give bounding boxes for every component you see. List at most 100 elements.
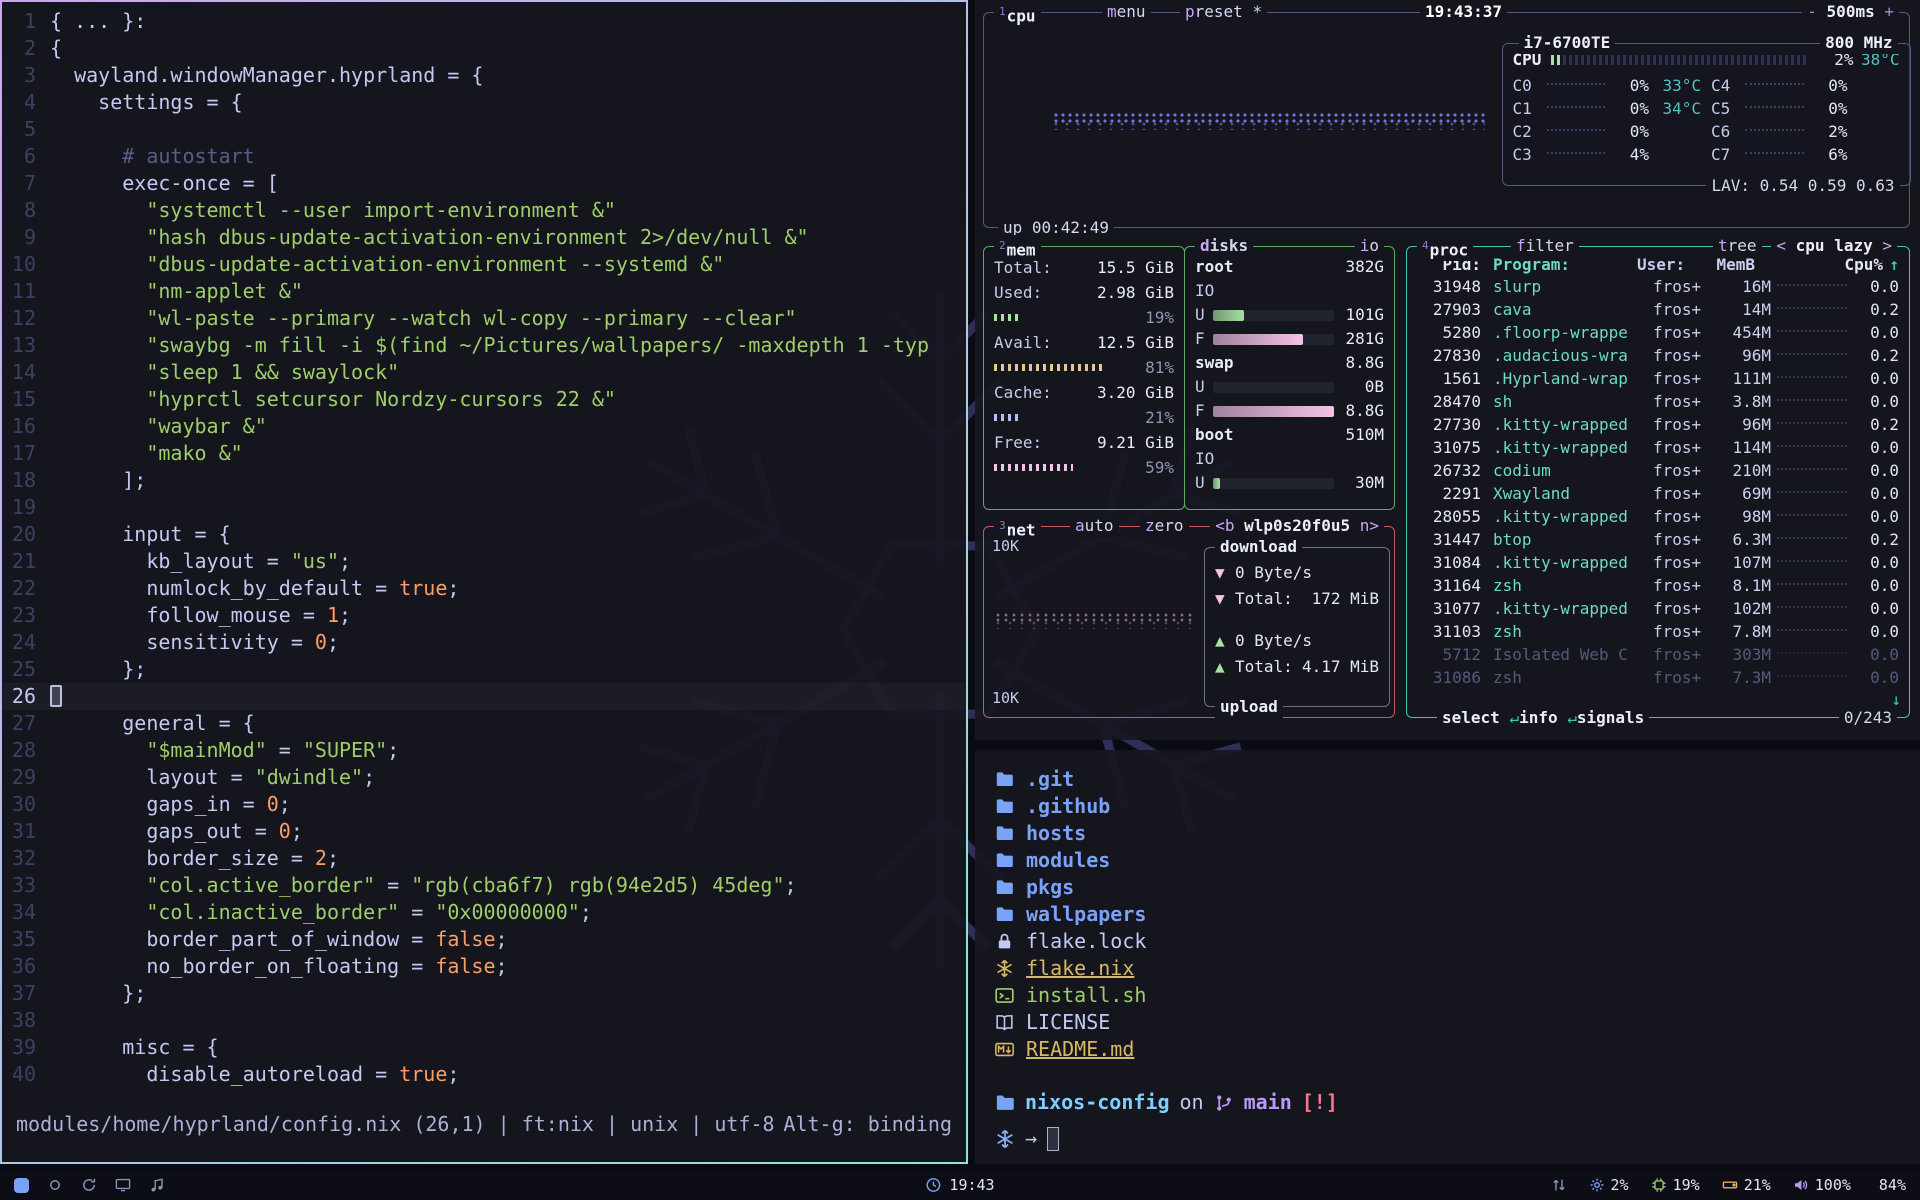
editor-line[interactable]: 17 "mako &"	[2, 440, 966, 467]
proc-cpu: 0.0	[1853, 667, 1899, 689]
header-memb[interactable]: MemB	[1699, 254, 1755, 276]
proc-row[interactable]: 27903cavafros+14M0.2	[1407, 298, 1909, 321]
proc-row[interactable]: 28470shfros+3.8M0.0	[1407, 390, 1909, 413]
editor-line[interactable]: 36 no_border_on_floating = false;	[2, 953, 966, 980]
preset-button[interactable]: preset *	[1180, 1, 1267, 23]
net-auto-button[interactable]: auto	[1070, 515, 1119, 537]
proc-filter-button[interactable]: filter	[1511, 235, 1579, 257]
editor-line[interactable]: 3 wayland.windowManager.hyprland = {	[2, 62, 966, 89]
proc-sort-selector[interactable]: < cpu lazy >	[1771, 235, 1897, 257]
editor-window[interactable]: 1{ ... }:2{3 wayland.windowManager.hyprl…	[0, 0, 968, 1164]
editor-line[interactable]: 33 "col.active_border" = "rgb(cba6f7) rg…	[2, 872, 966, 899]
terminal-window[interactable]: .git.githubhostsmodulespkgswallpapersfla…	[975, 750, 1920, 1164]
bar-metric-speaker[interactable]: 100%	[1793, 1176, 1851, 1194]
editor-line[interactable]: 20 input = {	[2, 521, 966, 548]
editor-line[interactable]: 40 disable_autoreload = true;	[2, 1061, 966, 1088]
editor-line[interactable]: 1{ ... }:	[2, 8, 966, 35]
editor-line[interactable]: 39 misc = {	[2, 1034, 966, 1061]
editor-line[interactable]: 31 gaps_out = 0;	[2, 818, 966, 845]
editor-line[interactable]: 6 # autostart	[2, 143, 966, 170]
metric-value: 100%	[1815, 1176, 1851, 1194]
editor-line[interactable]: 23 follow_mouse = 1;	[2, 602, 966, 629]
info-action[interactable]: info	[1519, 708, 1558, 727]
mem-percent: 81%	[1136, 357, 1174, 379]
editor-line[interactable]: 29 layout = "dwindle";	[2, 764, 966, 791]
editor-line[interactable]: 21 kb_layout = "us";	[2, 548, 966, 575]
interval-decrease-button[interactable]: -	[1807, 2, 1817, 21]
header-program[interactable]: Program:	[1493, 254, 1637, 276]
status-bar: 19:43 2% 19% 21% 100% 84%	[0, 1170, 1920, 1200]
editor-line[interactable]: 34 "col.inactive_border" = "0x00000000";	[2, 899, 966, 926]
editor-line[interactable]: 27 general = {	[2, 710, 966, 737]
proc-footer-actions[interactable]: select ↵info ↵signals	[1437, 707, 1649, 729]
mem-meter-row: 59%	[994, 455, 1174, 480]
proc-row[interactable]: 5280.floorp-wrappefros+454M0.0	[1407, 321, 1909, 344]
proc-row[interactable]: 2291Xwaylandfros+69M0.0	[1407, 482, 1909, 505]
update-interval-control[interactable]: - 500ms +	[1802, 1, 1899, 23]
editor-line[interactable]: 24 sensitivity = 0;	[2, 629, 966, 656]
header-user[interactable]: User:	[1637, 254, 1699, 276]
proc-row[interactable]: 31075.kitty-wrappedfros+114M0.0	[1407, 436, 1909, 459]
net-interface-selector[interactable]: <b wlp0s20f0u5 n>	[1210, 515, 1384, 537]
editor-line[interactable]: 28 "$mainMod" = "SUPER";	[2, 737, 966, 764]
editor-line[interactable]: 4 settings = {	[2, 89, 966, 116]
signals-action[interactable]: signals	[1577, 708, 1644, 727]
editor-line[interactable]: 15 "hyprctl setcursor Nordzy-cursors 22 …	[2, 386, 966, 413]
sort-direction-indicator[interactable]: ↑	[1883, 254, 1899, 276]
menu-button[interactable]: menu	[1102, 1, 1151, 23]
core-name: C3	[1513, 144, 1541, 166]
proc-row[interactable]: 31164zshfros+8.1M0.0	[1407, 574, 1909, 597]
header-cpu[interactable]: Cpu%	[1837, 254, 1883, 276]
proc-row[interactable]: 5712Isolated Web Cfros+303M0.0	[1407, 643, 1909, 666]
proc-row[interactable]: 31447btopfros+6.3M0.2	[1407, 528, 1909, 551]
editor-line[interactable]: 11 "nm-applet &"	[2, 278, 966, 305]
interval-increase-button[interactable]: +	[1884, 2, 1894, 21]
editor-line[interactable]: 5	[2, 116, 966, 143]
disk-bar-key: U	[1195, 472, 1211, 494]
proc-row[interactable]: 27730.kitty-wrappedfros+96M0.2	[1407, 413, 1909, 436]
editor-line[interactable]: 26	[2, 683, 966, 710]
bar-metric-gear[interactable]: 2%	[1589, 1176, 1629, 1194]
proc-row[interactable]: 27830.audacious-wrafros+96M0.2	[1407, 344, 1909, 367]
proc-row[interactable]: 31086zshfros+7.3M0.0	[1407, 666, 1909, 689]
disks-io-toggle[interactable]: io	[1355, 235, 1384, 257]
editor-line[interactable]: 7 exec-once = [	[2, 170, 966, 197]
editor-line[interactable]: 25 };	[2, 656, 966, 683]
line-number: 10	[2, 251, 50, 278]
terminal-input-line[interactable]: →	[995, 1125, 1900, 1152]
proc-row[interactable]: 26732codiumfros+210M0.0	[1407, 459, 1909, 482]
bar-metric-chip[interactable]: 19%	[1651, 1176, 1700, 1194]
editor-line[interactable]: 16 "waybar &"	[2, 413, 966, 440]
editor-line[interactable]: 19	[2, 494, 966, 521]
editor-line[interactable]: 38	[2, 1007, 966, 1034]
editor-line[interactable]: 10 "dbus-update-activation-environment -…	[2, 251, 966, 278]
editor-line[interactable]: 32 border_size = 2;	[2, 845, 966, 872]
proc-row[interactable]: 31084.kitty-wrappedfros+107M0.0	[1407, 551, 1909, 574]
editor-line[interactable]: 9 "hash dbus-update-activation-environme…	[2, 224, 966, 251]
proc-tree-button[interactable]: tree	[1713, 235, 1762, 257]
proc-row[interactable]: 31077.kitty-wrappedfros+102M0.0	[1407, 597, 1909, 620]
workspace-active-indicator[interactable]	[14, 1178, 29, 1193]
editor-line[interactable]: 12 "wl-paste --primary --watch wl-copy -…	[2, 305, 966, 332]
proc-row[interactable]: 28055.kitty-wrappedfros+98M0.0	[1407, 505, 1909, 528]
editor-line[interactable]: 30 gaps_in = 0;	[2, 791, 966, 818]
clock-widget[interactable]: 19:43	[925, 1176, 994, 1194]
net-zero-button[interactable]: zero	[1140, 515, 1189, 537]
editor-line[interactable]: 14 "sleep 1 && swaylock"	[2, 359, 966, 386]
editor-line[interactable]: 22 numlock_by_default = true;	[2, 575, 966, 602]
bar-metric-drive[interactable]: 21%	[1722, 1176, 1771, 1194]
editor-line[interactable]: 37 };	[2, 980, 966, 1007]
proc-row[interactable]: 1561.Hyprland-wrapfros+111M0.0	[1407, 367, 1909, 390]
editor-line[interactable]: 8 "systemctl --user import-environment &…	[2, 197, 966, 224]
editor-line[interactable]: 2{	[2, 35, 966, 62]
proc-row[interactable]: 31103zshfros+7.8M0.0	[1407, 620, 1909, 643]
bar-metric-sun[interactable]: 84%	[1873, 1176, 1906, 1194]
editor-line[interactable]: 18 ];	[2, 467, 966, 494]
editor-line[interactable]: 13 "swaybg -m fill -i $(find ~/Pictures/…	[2, 332, 966, 359]
editor-line[interactable]: 35 border_part_of_window = false;	[2, 926, 966, 953]
select-action[interactable]: select	[1442, 708, 1500, 727]
proc-row[interactable]: 31948slurpfros+16M0.0	[1407, 275, 1909, 298]
proc-cpu: 0.2	[1853, 345, 1899, 367]
file-list: .git.githubhostsmodulespkgswallpapersfla…	[995, 766, 1900, 1063]
btop-window[interactable]: 1cpu menu preset * 19:43:37 - 500ms + i7…	[975, 0, 1920, 740]
